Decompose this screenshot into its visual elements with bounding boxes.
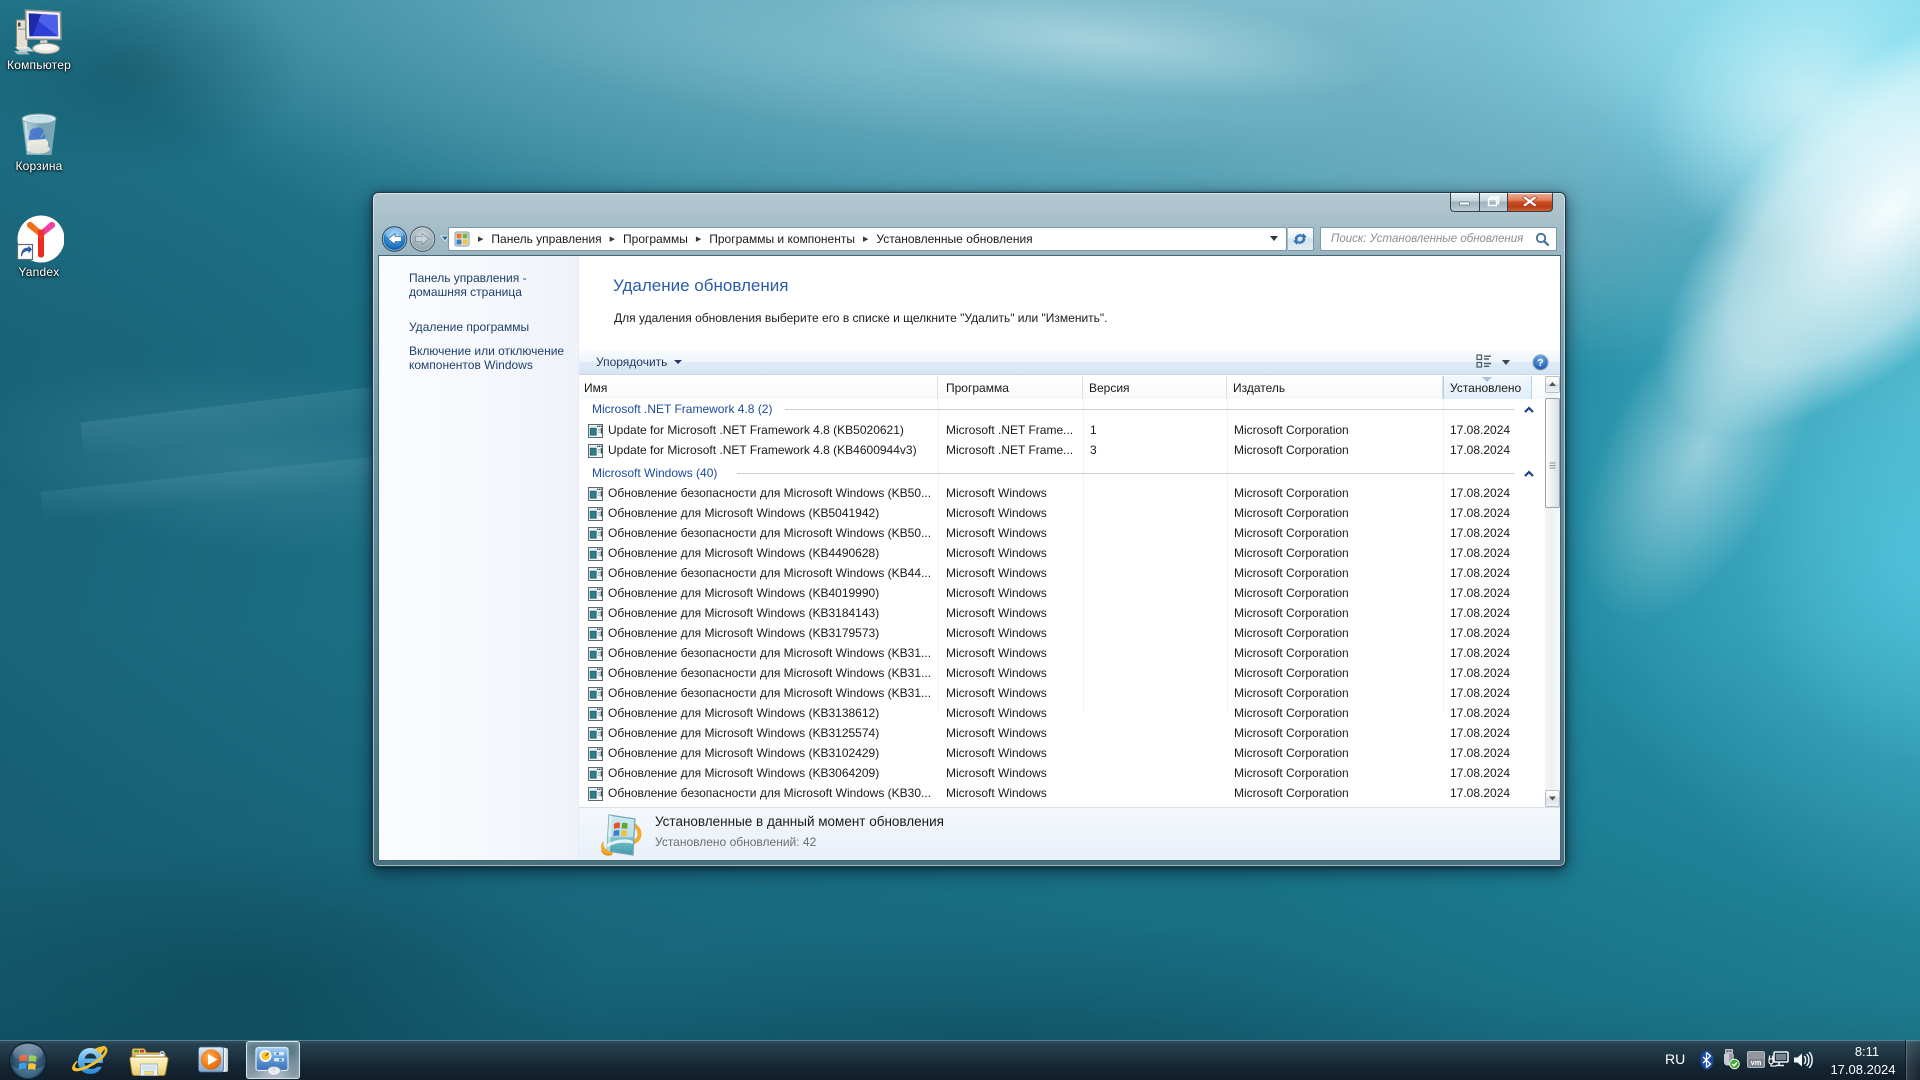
svg-text:vm: vm [1751,1058,1762,1067]
svg-text:?: ? [1537,357,1543,369]
